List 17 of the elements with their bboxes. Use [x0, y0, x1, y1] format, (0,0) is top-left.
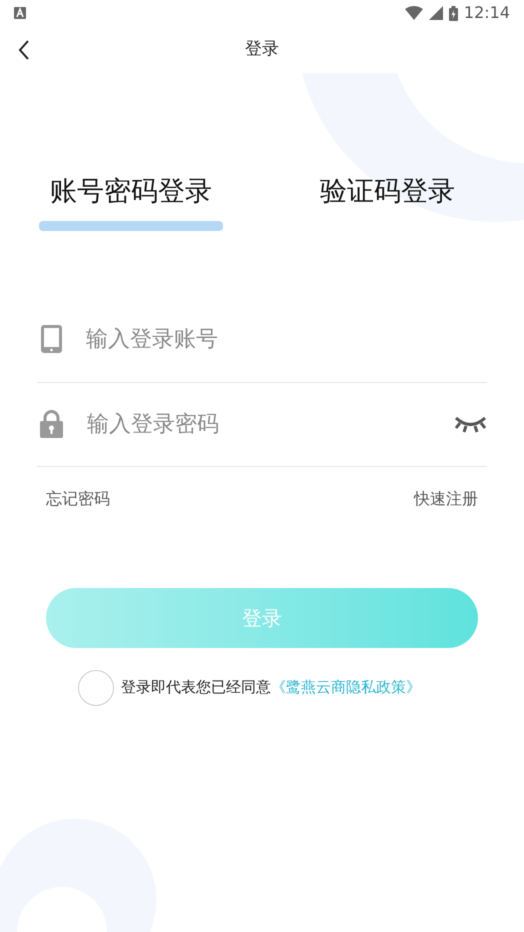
- status-time: 12:14: [464, 2, 510, 24]
- agreement-checkbox[interactable]: [78, 670, 114, 706]
- page-title: 登录: [245, 38, 279, 62]
- signal-icon: [428, 6, 443, 20]
- login-tab[interactable]: 验证码登录: [309, 172, 466, 230]
- agreement-text: 登录即代表您已经同意《鹭燕云商隐私政策》: [121, 677, 421, 698]
- notification-icon: [14, 7, 26, 19]
- lock-icon: [40, 410, 63, 438]
- password-field[interactable]: 输入登录密码: [87, 408, 454, 440]
- phone-icon: [41, 325, 62, 353]
- login-tab[interactable]: 账号密码登录: [39, 172, 223, 230]
- wifi-icon: [404, 6, 423, 20]
- forgot-password-link[interactable]: 忘记密码: [46, 486, 110, 510]
- closed-eye-icon[interactable]: [454, 415, 487, 433]
- register-link[interactable]: 快速注册: [414, 486, 478, 510]
- battery-icon: [448, 6, 458, 20]
- account-field[interactable]: 输入登录账号: [86, 322, 487, 356]
